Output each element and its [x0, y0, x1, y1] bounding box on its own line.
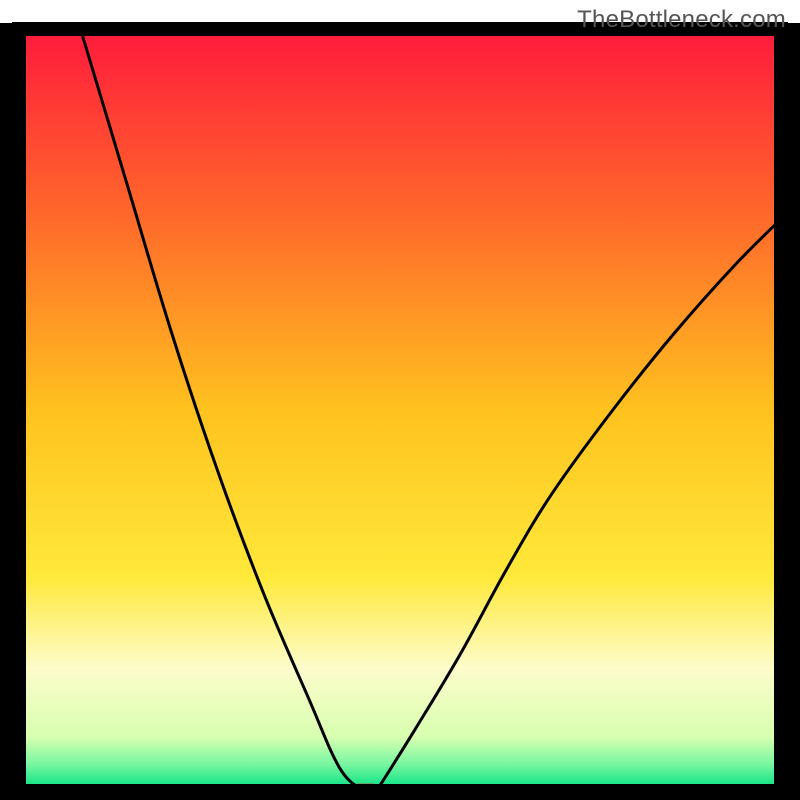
bottleneck-chart — [0, 0, 800, 800]
plot-background — [20, 30, 780, 790]
chart-container: TheBottleneck.com — [0, 0, 800, 800]
watermark-label: TheBottleneck.com — [577, 6, 786, 34]
